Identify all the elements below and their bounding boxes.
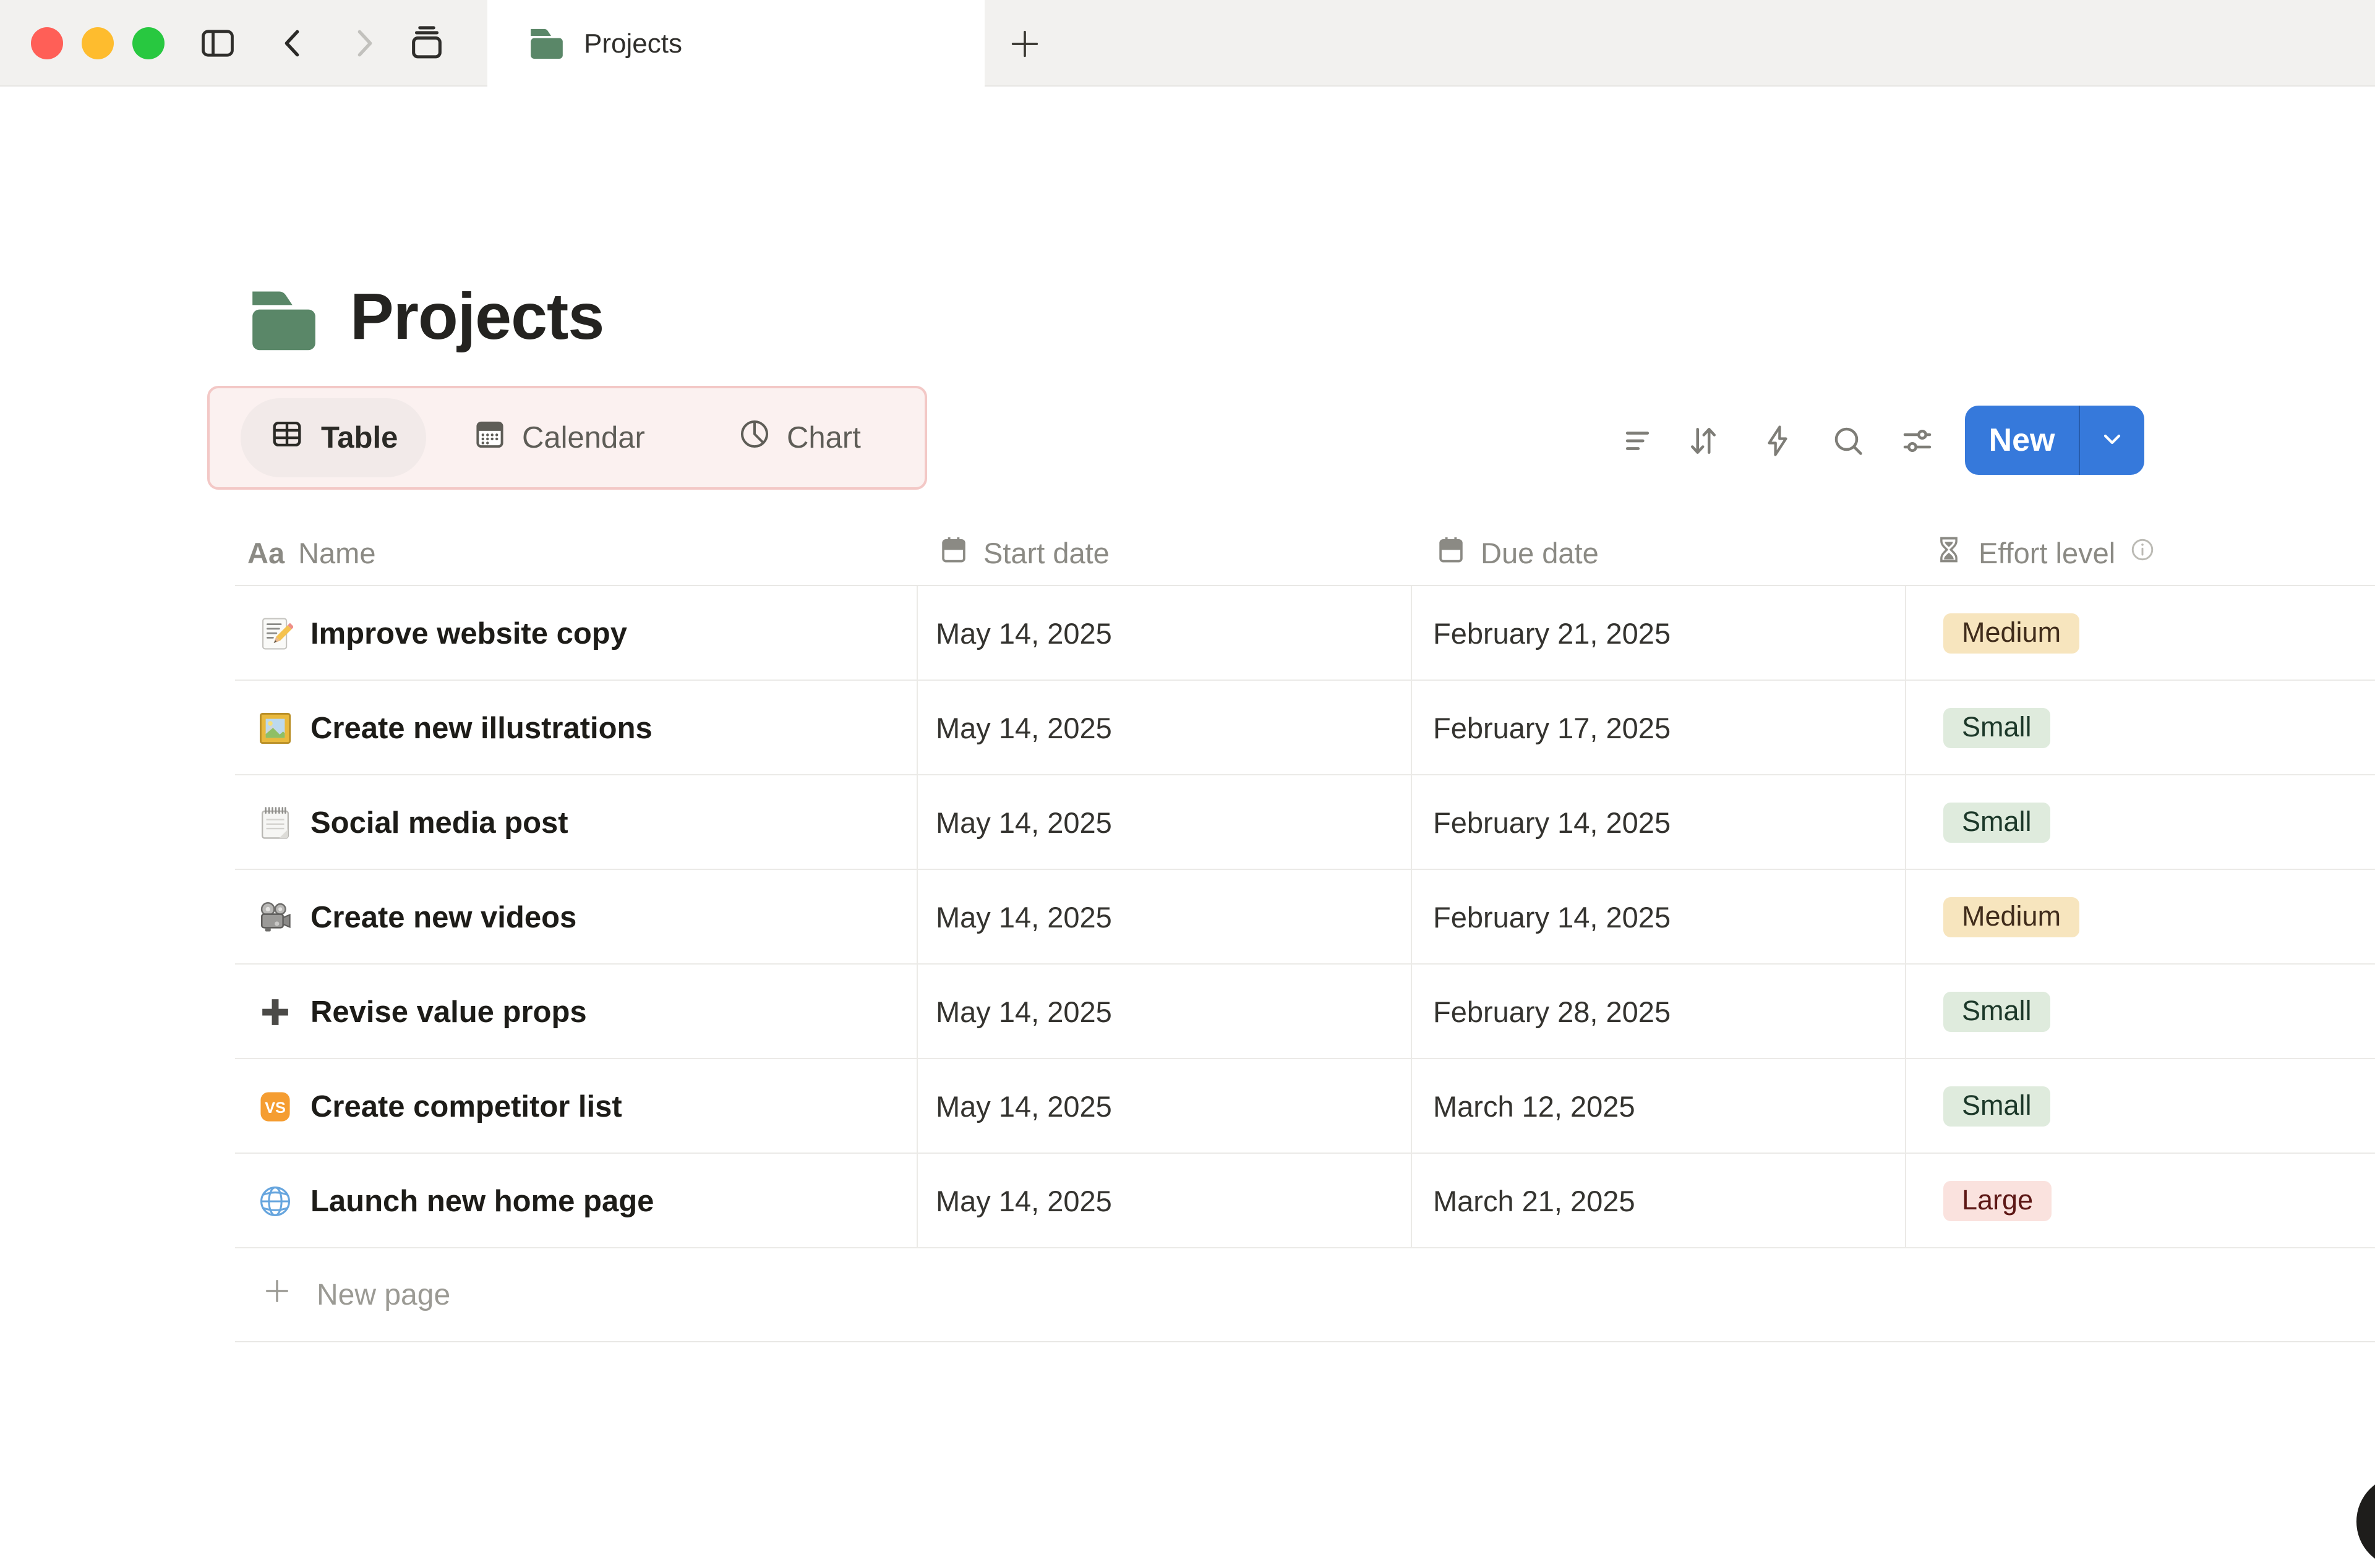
zoom-window-button[interactable] [132, 27, 165, 59]
cell-due-date[interactable]: March 12, 2025 [1433, 1059, 1635, 1154]
globe-emoji-icon [257, 1183, 293, 1219]
new-button-dropdown[interactable] [2079, 406, 2144, 475]
search-icon[interactable] [1828, 421, 1868, 461]
table-header-row: Aa Name Start date Due date Effort level [235, 519, 2375, 586]
forward-icon[interactable] [341, 21, 386, 66]
spiral-notepad-emoji-icon [257, 805, 293, 841]
film-projector-emoji-icon [257, 900, 293, 935]
cell-effort-level[interactable]: Small [1943, 965, 2050, 1059]
view-label-table: Table [321, 421, 398, 454]
green-folder-icon [528, 27, 565, 61]
tab-calendar-view[interactable]: Calendar [473, 398, 645, 477]
cell-effort-level[interactable]: Medium [1943, 586, 2080, 681]
view-label-calendar: Calendar [522, 421, 645, 454]
column-header-due-date[interactable]: Due date [1435, 519, 1599, 586]
svg-text:VS: VS [265, 1099, 286, 1116]
cell-due-date[interactable]: February 28, 2025 [1433, 965, 1671, 1059]
cell-effort-level[interactable]: Medium [1943, 870, 2080, 965]
effort-chip: Small [1943, 991, 2050, 1033]
filter-icon[interactable] [1619, 421, 1659, 461]
pie-chart-icon [737, 417, 772, 459]
table-row[interactable]: Create new illustrations May 14, 2025 Fe… [235, 681, 2375, 775]
table-row[interactable]: VS Create competitor list May 14, 2025 M… [235, 1059, 2375, 1154]
chevron-down-icon [2097, 424, 2127, 457]
tab-title: Projects [584, 28, 682, 59]
cell-name[interactable]: Social media post [257, 775, 568, 870]
effort-chip: Small [1943, 802, 2050, 843]
column-header-effort-level[interactable]: Effort level [1933, 519, 2156, 586]
new-button-group: New [1965, 406, 2144, 475]
calendar-icon [473, 417, 507, 459]
hourglass-icon [1933, 534, 1965, 573]
page-folder-icon[interactable] [247, 288, 320, 354]
close-window-button[interactable] [31, 27, 63, 59]
effort-chip: Small [1943, 707, 2050, 749]
cell-name[interactable]: Create new illustrations [257, 681, 653, 775]
cell-start-date[interactable]: May 14, 2025 [936, 965, 1112, 1059]
calendar-icon [1435, 534, 1467, 573]
back-icon[interactable] [271, 21, 315, 66]
calendar-icon [938, 534, 970, 573]
table-row[interactable]: Launch new home page May 14, 2025 March … [235, 1154, 2375, 1248]
cell-name[interactable]: VS Create competitor list [257, 1059, 622, 1154]
column-header-start-date[interactable]: Start date [938, 519, 1110, 586]
cell-name[interactable]: Revise value props [257, 965, 587, 1059]
text-property-icon: Aa [247, 536, 285, 569]
corner-floating-button[interactable] [2356, 1475, 2375, 1568]
view-label-chart: Chart [787, 421, 861, 454]
table-row[interactable]: Social media post May 14, 2025 February … [235, 775, 2375, 870]
cell-name[interactable]: Launch new home page [257, 1154, 654, 1248]
window-titlebar: Projects [0, 0, 2375, 88]
cell-start-date[interactable]: May 14, 2025 [936, 586, 1112, 681]
cell-effort-level[interactable]: Small [1943, 1059, 2050, 1154]
cell-effort-level[interactable]: Small [1943, 775, 2050, 870]
effort-chip: Medium [1943, 897, 2080, 938]
new-button[interactable]: New [1965, 406, 2079, 475]
tab-projects[interactable]: Projects [487, 0, 985, 88]
tab-table-view[interactable]: Table [241, 398, 427, 477]
new-page-button[interactable]: New page [235, 1248, 2375, 1342]
table-row[interactable]: Create new videos May 14, 2025 February … [235, 870, 2375, 965]
automation-bolt-icon[interactable] [1758, 421, 1797, 461]
tab-chart-view[interactable]: Chart [737, 398, 861, 477]
table-row[interactable]: Revise value props May 14, 2025 February… [235, 965, 2375, 1059]
cell-due-date[interactable]: February 14, 2025 [1433, 775, 1671, 870]
vs-badge-emoji-icon: VS [257, 1089, 293, 1125]
view-options-icon[interactable] [1898, 421, 1937, 461]
cell-start-date[interactable]: May 14, 2025 [936, 870, 1112, 965]
effort-chip: Large [1943, 1180, 2052, 1222]
cell-start-date[interactable]: May 14, 2025 [936, 681, 1112, 775]
cell-due-date[interactable]: March 21, 2025 [1433, 1154, 1635, 1248]
cell-due-date[interactable]: February 17, 2025 [1433, 681, 1671, 775]
cell-start-date[interactable]: May 14, 2025 [936, 1059, 1112, 1154]
plus-icon [261, 1275, 293, 1314]
sort-icon[interactable] [1684, 421, 1723, 461]
cell-name[interactable]: Improve website copy [257, 586, 627, 681]
tab-overview-icon[interactable] [404, 21, 449, 66]
minimize-window-button[interactable] [82, 27, 114, 59]
effort-chip: Small [1943, 1086, 2050, 1127]
heavy-plus-emoji-icon [257, 994, 293, 1030]
cell-start-date[interactable]: May 14, 2025 [936, 1154, 1112, 1248]
cell-effort-level[interactable]: Large [1943, 1154, 2052, 1248]
cell-name[interactable]: Create new videos [257, 870, 576, 965]
table-row[interactable]: Improve website copy May 14, 2025 Februa… [235, 586, 2375, 681]
sidebar-toggle-icon[interactable] [195, 21, 240, 66]
table-icon [269, 416, 305, 459]
cell-due-date[interactable]: February 21, 2025 [1433, 586, 1671, 681]
page-title: Projects [350, 280, 604, 353]
info-circle-icon[interactable] [2129, 536, 2156, 570]
effort-chip: Medium [1943, 613, 2080, 654]
cell-start-date[interactable]: May 14, 2025 [936, 775, 1112, 870]
cell-effort-level[interactable]: Small [1943, 681, 2050, 775]
column-header-name[interactable]: Aa Name [247, 519, 375, 586]
framed-picture-emoji-icon [257, 710, 293, 746]
cell-due-date[interactable]: February 14, 2025 [1433, 870, 1671, 965]
memo-emoji-icon [257, 616, 293, 652]
new-tab-plus-icon[interactable] [1003, 22, 1046, 66]
